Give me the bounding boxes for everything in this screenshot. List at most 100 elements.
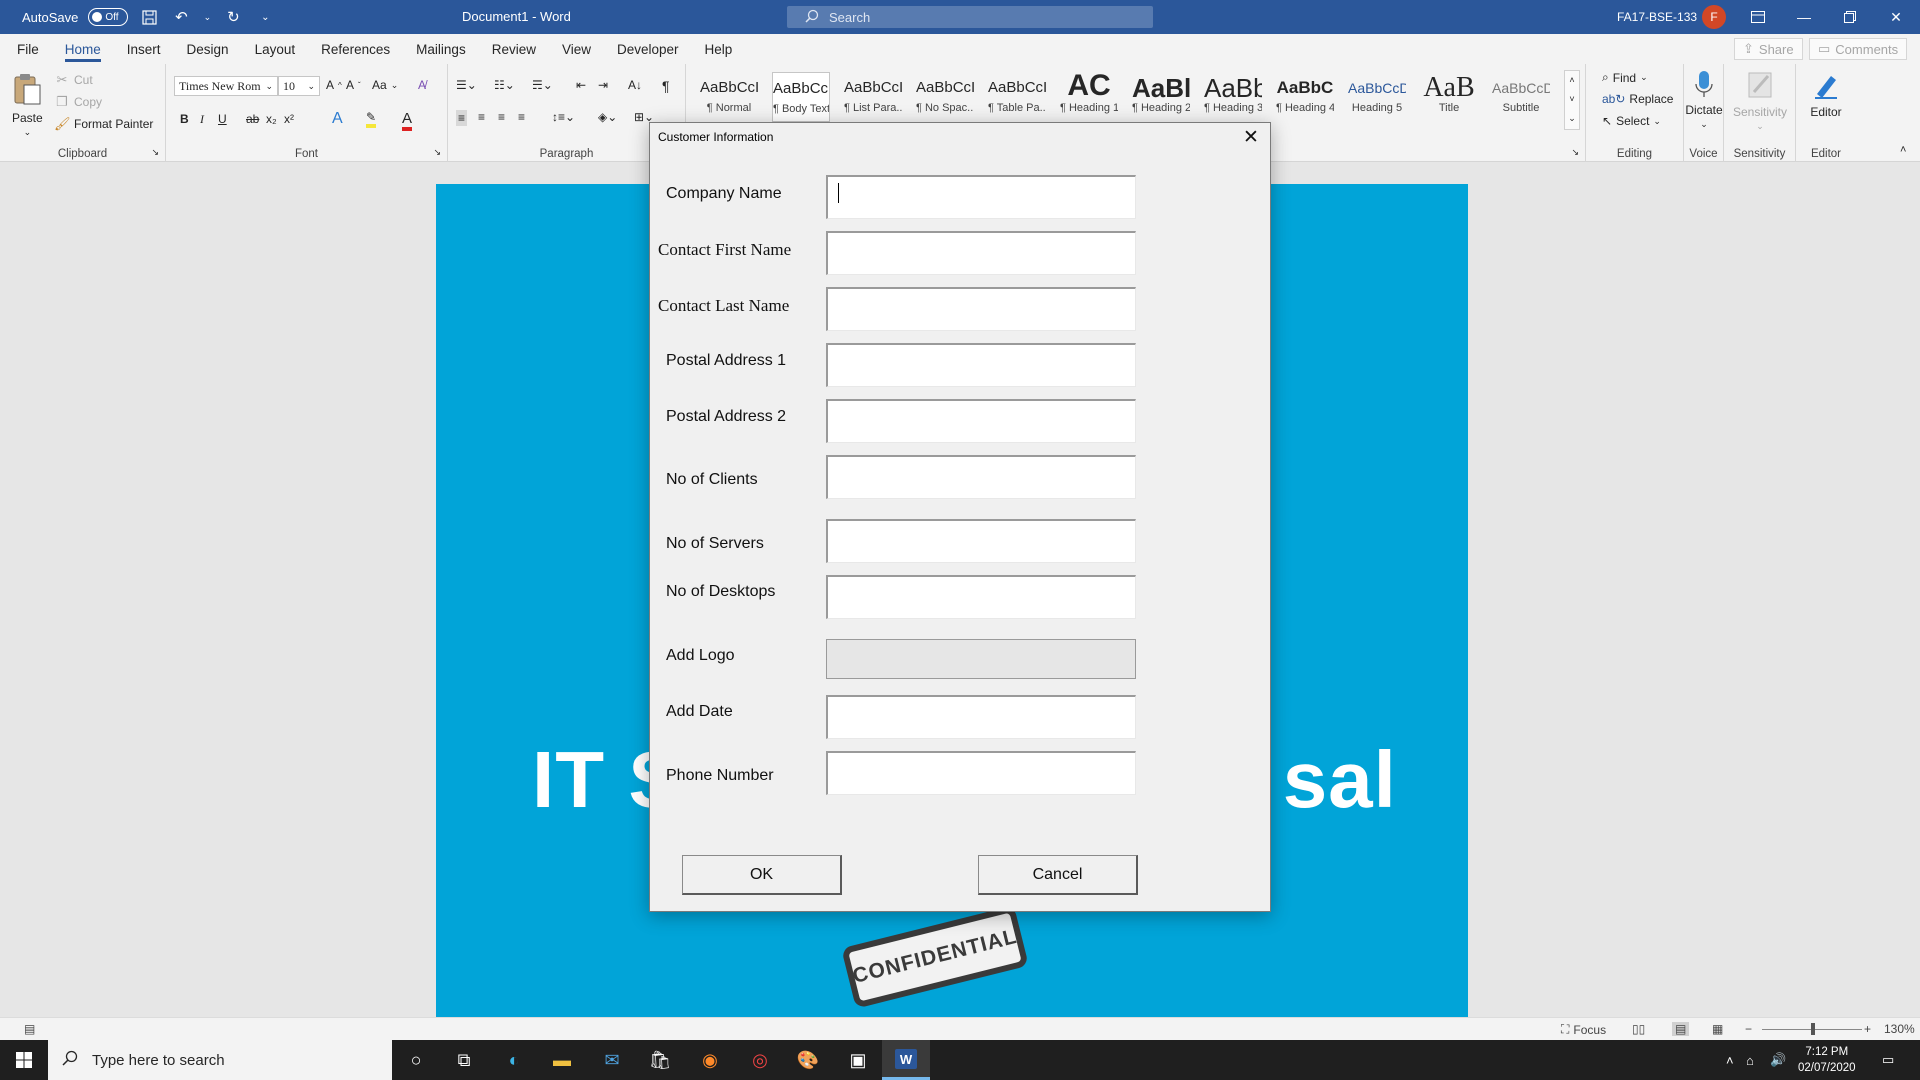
zoom-slider-thumb[interactable] <box>1811 1023 1815 1035</box>
style-normal[interactable]: AaBbCcI ¶ Normal <box>700 72 758 122</box>
close-icon[interactable]: ✕ <box>1873 0 1919 34</box>
tab-help[interactable]: Help <box>692 34 746 64</box>
taskbar-search[interactable]: Type here to search <box>48 1040 392 1080</box>
font-size-select[interactable]: 10 ⌄ <box>278 76 320 96</box>
comments-button[interactable]: ▭ Comments <box>1809 38 1908 60</box>
show-hidden-icons[interactable]: ˄ <box>1726 1040 1734 1080</box>
store-icon[interactable]: 🛍 <box>636 1040 684 1080</box>
cut-button[interactable]: ✂ Cut <box>54 72 93 88</box>
style-heading-5[interactable]: AaBbCcD Heading 5 <box>1348 72 1406 122</box>
add-date-input[interactable] <box>826 695 1136 739</box>
font-launcher-icon[interactable]: ↘ <box>433 147 441 158</box>
contact-last-name-input[interactable] <box>826 287 1136 331</box>
bold-icon[interactable]: B <box>180 112 189 126</box>
network-icon[interactable]: ⌂ <box>1746 1040 1754 1080</box>
decrease-indent-icon[interactable]: ⇤ <box>576 78 586 92</box>
clipboard-launcher-icon[interactable]: ↘ <box>151 147 159 158</box>
highlight-icon[interactable]: ✎ <box>366 110 377 128</box>
style-no-spacing[interactable]: AaBbCcI ¶ No Spac... <box>916 72 974 122</box>
subscript-icon[interactable]: x₂ <box>266 112 277 126</box>
print-layout-icon[interactable]: ▤ <box>1672 1022 1690 1036</box>
chrome-icon[interactable]: ◎ <box>736 1040 784 1080</box>
strikethrough-icon[interactable]: ab <box>246 112 259 126</box>
sensitivity-button[interactable]: Sensitivity ⌄ <box>1724 70 1796 132</box>
style-heading-1[interactable]: AC ¶ Heading 1 <box>1060 72 1118 122</box>
align-right-icon[interactable]: ≡ <box>498 110 505 124</box>
change-case-button[interactable]: Aa ⌄ <box>372 78 398 92</box>
undo-dropdown-icon[interactable]: ⌄ <box>202 6 212 28</box>
collapse-ribbon-icon[interactable]: ˄ <box>1900 144 1906 156</box>
style-subtitle[interactable]: AaBbCcD Subtitle <box>1492 72 1550 122</box>
accessibility-icon[interactable]: ▤ <box>24 1022 35 1036</box>
editor-button[interactable]: Editor <box>1796 70 1856 119</box>
style-heading-2[interactable]: AaBl ¶ Heading 2 <box>1132 72 1190 122</box>
tab-home[interactable]: Home <box>52 34 114 64</box>
no-of-desktops-input[interactable] <box>826 575 1136 619</box>
replace-button[interactable]: ab↻ Replace <box>1602 92 1673 106</box>
zoom-in-icon[interactable]: + <box>1864 1022 1871 1036</box>
tab-mailings[interactable]: Mailings <box>403 34 479 64</box>
styles-gallery-scroll[interactable]: ˄ ˅ ⌄ <box>1564 70 1580 130</box>
paste-dropdown-icon[interactable]: ⌄ <box>24 127 32 138</box>
restore-icon[interactable] <box>1827 0 1873 34</box>
style-heading-4[interactable]: AaBbC ¶ Heading 4 <box>1276 72 1334 122</box>
focus-button[interactable]: ⛶ Focus <box>1561 1022 1606 1037</box>
text-effects-icon[interactable]: A <box>332 110 343 128</box>
underline-icon[interactable]: U <box>218 112 227 126</box>
style-heading-3[interactable]: AaBb ¶ Heading 3 <box>1204 72 1262 122</box>
tab-references[interactable]: References <box>308 34 403 64</box>
tab-review[interactable]: Review <box>479 34 549 64</box>
font-color-icon[interactable]: A <box>402 110 413 131</box>
notifications-icon[interactable]: ▭ <box>1882 1040 1894 1080</box>
paste-button[interactable]: Paste ⌄ <box>12 72 43 138</box>
undo-icon[interactable]: ↶ <box>170 6 192 28</box>
mail-icon[interactable]: ✉ <box>588 1040 636 1080</box>
dialog-close-icon[interactable]: ✕ <box>1238 125 1264 149</box>
align-left-icon[interactable]: ≡ <box>456 110 468 126</box>
multilevel-list-icon[interactable]: ☴⌄ <box>532 78 553 92</box>
redo-icon[interactable]: ↻ <box>222 6 244 28</box>
file-explorer-icon[interactable]: ▬ <box>538 1040 586 1080</box>
format-painter-button[interactable]: 🖌 Format Painter <box>54 116 153 132</box>
style-list-paragraph[interactable]: AaBbCcI ¶ List Para... <box>844 72 902 122</box>
task-view-icon[interactable]: ⧉ <box>440 1040 488 1080</box>
tab-developer[interactable]: Developer <box>604 34 692 64</box>
tab-layout[interactable]: Layout <box>242 34 309 64</box>
contact-first-name-input[interactable] <box>826 231 1136 275</box>
shading-icon[interactable]: ◈⌄ <box>598 110 617 124</box>
dictate-button[interactable]: Dictate ⌄ <box>1684 70 1724 130</box>
add-logo-input[interactable] <box>826 639 1136 679</box>
search-box[interactable]: Search <box>787 6 1153 28</box>
cortana-icon[interactable]: ○ <box>392 1040 440 1080</box>
tab-view[interactable]: View <box>549 34 604 64</box>
no-of-clients-input[interactable] <box>826 455 1136 499</box>
tab-design[interactable]: Design <box>174 34 242 64</box>
web-layout-icon[interactable]: ▦ <box>1712 1022 1723 1036</box>
find-button[interactable]: ⌕ Find ⌄ <box>1602 70 1648 85</box>
firefox-icon[interactable]: ◉ <box>686 1040 734 1080</box>
line-spacing-icon[interactable]: ↕≡⌄ <box>552 110 575 124</box>
style-table-paragraph[interactable]: AaBbCcI ¶ Table Pa... <box>988 72 1046 122</box>
superscript-icon[interactable]: x² <box>284 112 294 126</box>
zoom-out-icon[interactable]: − <box>1745 1022 1752 1036</box>
grow-font-button[interactable]: A ^ <box>326 78 342 92</box>
postal-address-1-input[interactable] <box>826 343 1136 387</box>
avatar[interactable]: F <box>1702 5 1726 29</box>
user-name[interactable]: FA17-BSE-133 <box>1617 10 1697 24</box>
save-icon[interactable] <box>138 6 160 28</box>
styles-launcher-icon[interactable]: ↘ <box>1571 147 1579 158</box>
cancel-button[interactable]: Cancel <box>978 855 1138 895</box>
autosave-toggle[interactable]: Off <box>88 8 129 26</box>
paint-icon[interactable]: 🎨 <box>784 1040 832 1080</box>
copy-button[interactable]: ❐ Copy <box>54 94 102 110</box>
increase-indent-icon[interactable]: ⇥ <box>598 78 608 92</box>
read-mode-icon[interactable]: ▯▯ <box>1632 1022 1645 1036</box>
align-center-icon[interactable]: ≡ <box>478 110 485 124</box>
sort-icon[interactable]: A↓ <box>628 78 642 92</box>
minimize-icon[interactable]: — <box>1781 0 1827 34</box>
zoom-level[interactable]: 130% <box>1884 1022 1915 1036</box>
phone-number-input[interactable] <box>826 751 1136 795</box>
justify-icon[interactable]: ≡ <box>518 110 525 124</box>
bullets-icon[interactable]: ☰⌄ <box>456 78 477 92</box>
taskbar-clock[interactable]: 7:12 PM 02/07/2020 <box>1798 1044 1856 1076</box>
